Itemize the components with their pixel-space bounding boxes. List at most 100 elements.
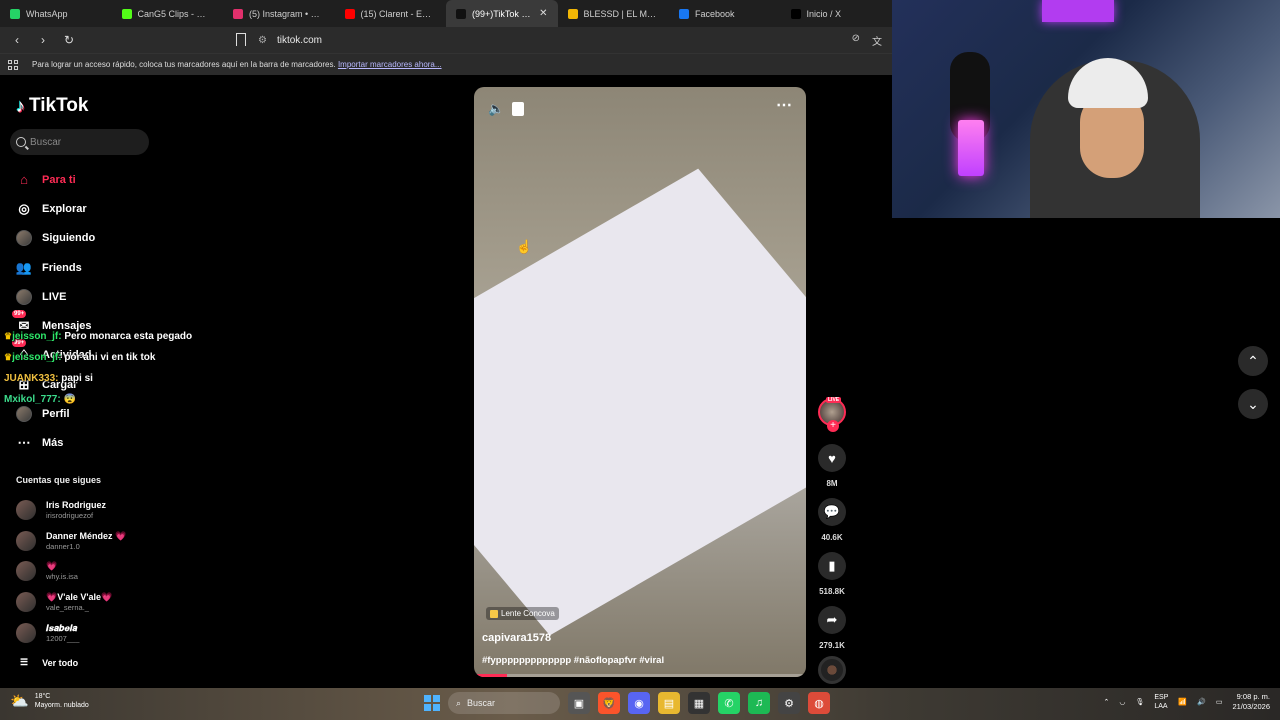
tab-label: (5) Instagram • Mensa bbox=[249, 8, 325, 19]
avatar bbox=[16, 561, 36, 582]
video-player[interactable]: 🔈 ⋯ Lente Concova capivara1578 #fypppppp… bbox=[474, 87, 806, 677]
store-icon[interactable]: ▦ bbox=[688, 692, 710, 714]
whatsapp-icon[interactable]: ✆ bbox=[718, 692, 740, 714]
translate-icon[interactable]: 文 bbox=[872, 33, 882, 48]
settings-icon[interactable]: ⚙ bbox=[778, 692, 800, 714]
effect-tag[interactable]: Lente Concova bbox=[486, 607, 559, 620]
clock-date: 21/03/2026 bbox=[1232, 702, 1270, 711]
tray-overflow-icon[interactable]: ⌃ bbox=[1104, 698, 1110, 706]
clock[interactable]: 9:08 p. m. 21/03/2026 bbox=[1232, 692, 1270, 712]
tab-label: (15) Clarent - Enza bbox=[360, 8, 437, 19]
browser-tab[interactable]: Facebook bbox=[669, 0, 781, 27]
windows-start-icon[interactable] bbox=[424, 695, 440, 711]
file-explorer-icon[interactable]: ▤ bbox=[658, 692, 680, 714]
sidebar-item[interactable]: ◎ Explorar bbox=[16, 194, 216, 223]
following-title: Cuentas que sigues bbox=[16, 475, 102, 485]
see-all-button[interactable]: ☰ Ver todo bbox=[20, 657, 78, 668]
creator-avatar[interactable]: LIVE + bbox=[818, 397, 846, 432]
reader-off-icon[interactable]: ⊘ bbox=[852, 33, 860, 48]
home-icon: ⌂ bbox=[20, 172, 28, 188]
webcam-overlay bbox=[892, 0, 1280, 218]
language-indicator[interactable]: ESP LAA bbox=[1154, 693, 1168, 711]
apps-grid-icon[interactable] bbox=[8, 59, 18, 70]
browser-tab[interactable]: CanG5 Clips - Watch L bbox=[112, 0, 224, 27]
tab-strip: WhatsApp CanG5 Clips - Watch L (5) Instagr… bbox=[0, 0, 892, 27]
sidebar-item[interactable]: ⋯ Más bbox=[16, 429, 216, 458]
speaker-icon[interactable]: 🔊 bbox=[1197, 698, 1206, 706]
following-account[interactable]: Danner Méndez 💗 danner1.0 bbox=[16, 526, 216, 557]
task-view-icon[interactable]: ▣ bbox=[568, 692, 590, 714]
follow-plus-icon[interactable]: + bbox=[827, 420, 839, 432]
pause-icon[interactable] bbox=[512, 102, 525, 116]
sidebar-item[interactable]: ⌂ Para ti bbox=[16, 165, 216, 194]
url-field[interactable]: ⚙ tiktok.com bbox=[258, 31, 878, 49]
browser-tab[interactable]: Inicio / X bbox=[781, 0, 893, 27]
clock-time: 9:08 p. m. bbox=[1236, 692, 1270, 701]
more-options-icon[interactable]: ⋯ bbox=[776, 95, 792, 115]
battery-icon[interactable]: ▭ bbox=[1216, 698, 1223, 706]
following-account[interactable]: Iris Rodriguez irisrodriguezof bbox=[16, 495, 216, 526]
browser-tab[interactable]: (99+)TikTok - Ma ✕ bbox=[446, 0, 558, 27]
wifi-icon[interactable]: 📶 bbox=[1178, 698, 1187, 706]
chevron-up-icon[interactable]: ⌃ bbox=[1238, 346, 1268, 376]
avatar bbox=[16, 530, 36, 551]
stream-chat-overlay: ♛jeisson_jf: Pero monarca esta pegado ♛je… bbox=[4, 326, 192, 410]
back-icon[interactable]: ‹ bbox=[10, 33, 24, 47]
see-all-label: Ver todo bbox=[42, 657, 79, 668]
video-progress[interactable] bbox=[474, 674, 806, 677]
chevron-down-icon[interactable]: ⌄ bbox=[1238, 389, 1268, 419]
close-tab-icon[interactable]: ✕ bbox=[539, 8, 547, 19]
sidebar-item[interactable]: Siguiendo bbox=[16, 224, 216, 253]
reload-icon[interactable]: ↻ bbox=[62, 33, 76, 47]
search-box[interactable]: Buscar bbox=[10, 129, 149, 155]
browser-tab[interactable]: (15) Clarent - Enza bbox=[335, 0, 447, 27]
following-account[interactable]: 𝑰𝒔𝒂𝒃𝒆𝒍𝒂 12007___ bbox=[16, 617, 216, 648]
mic-tray-icon[interactable]: 🎙 bbox=[1135, 698, 1144, 706]
sidebar-item[interactable]: 👥 Friends bbox=[16, 253, 216, 282]
heart-icon[interactable]: ♥ bbox=[818, 444, 846, 472]
browser-tab[interactable]: BLESSD | EL MEJOR HO bbox=[558, 0, 670, 27]
sidebar-item[interactable]: LIVE bbox=[16, 282, 216, 311]
avatar bbox=[16, 592, 36, 613]
share-icon[interactable]: ➦ bbox=[818, 606, 846, 634]
chat-user: JUANK333 bbox=[4, 373, 56, 384]
taskbar-search-icon: ⌕ bbox=[456, 697, 462, 708]
sidebar-item-label: Explorar bbox=[42, 202, 87, 215]
temperature: 18°C bbox=[34, 693, 51, 700]
tiktok-logo[interactable]: ♪ TikTok bbox=[16, 95, 88, 117]
hand-cursor-icon: ☝ bbox=[516, 239, 533, 254]
bookmark-save-icon[interactable]: ▮ bbox=[818, 552, 846, 580]
video-author[interactable]: capivara1578 bbox=[482, 632, 551, 644]
network-icon[interactable]: ◡ bbox=[1119, 698, 1125, 706]
chat-message: ♛jeisson_jf: por ahi vi en tik tok bbox=[4, 352, 156, 363]
bookmark-icon[interactable] bbox=[236, 33, 246, 46]
tab-label: Facebook bbox=[695, 8, 735, 19]
import-bookmarks-link[interactable]: Importar marcadores ahora... bbox=[338, 60, 442, 69]
effect-label: Lente Concova bbox=[501, 609, 555, 618]
forward-icon[interactable]: › bbox=[36, 33, 50, 47]
url-text[interactable]: tiktok.com bbox=[277, 35, 322, 46]
sidebar-item-label: Más bbox=[42, 437, 64, 450]
search-placeholder[interactable]: Buscar bbox=[30, 137, 61, 148]
browser-tab[interactable]: (5) Instagram • Mensa bbox=[223, 0, 335, 27]
taskbar-search[interactable]: ⌕ Buscar bbox=[448, 692, 560, 714]
spotify-icon[interactable]: ♫ bbox=[748, 692, 770, 714]
discord-icon[interactable]: ◉ bbox=[628, 692, 650, 714]
site-settings-icon[interactable]: ⚙ bbox=[258, 35, 267, 46]
weather-widget[interactable]: ⛅ 18°C Mayorm. nublado bbox=[10, 692, 89, 710]
rgb-light bbox=[958, 120, 984, 176]
comment-icon[interactable]: 💬 bbox=[818, 498, 846, 526]
video-hashtags[interactable]: #fyppppppppppppp #nãoflopapfvr #viral bbox=[482, 655, 664, 666]
browser-tab[interactable]: WhatsApp bbox=[0, 0, 112, 27]
following-account[interactable]: 💗V'ale V'ale💗 vale_serna._ bbox=[16, 587, 216, 618]
brave-icon[interactable]: 🦁 bbox=[598, 692, 620, 714]
following-account[interactable]: 💗 why.is.isa bbox=[16, 556, 216, 587]
tab-favicon-icon bbox=[344, 8, 355, 19]
music-disc-icon[interactable] bbox=[818, 656, 846, 684]
volume-icon[interactable]: 🔈 bbox=[488, 101, 504, 117]
chat-user: jeisson_jf bbox=[12, 352, 59, 363]
account-username: 12007___ bbox=[46, 633, 80, 643]
chrome-icon[interactable]: ◍ bbox=[808, 692, 830, 714]
windows-taskbar: ⛅ 18°C Mayorm. nublado ⌕ Buscar ▣ 🦁 ◉ ▤ … bbox=[0, 688, 1280, 720]
comment-count: 40.6K bbox=[821, 533, 843, 542]
